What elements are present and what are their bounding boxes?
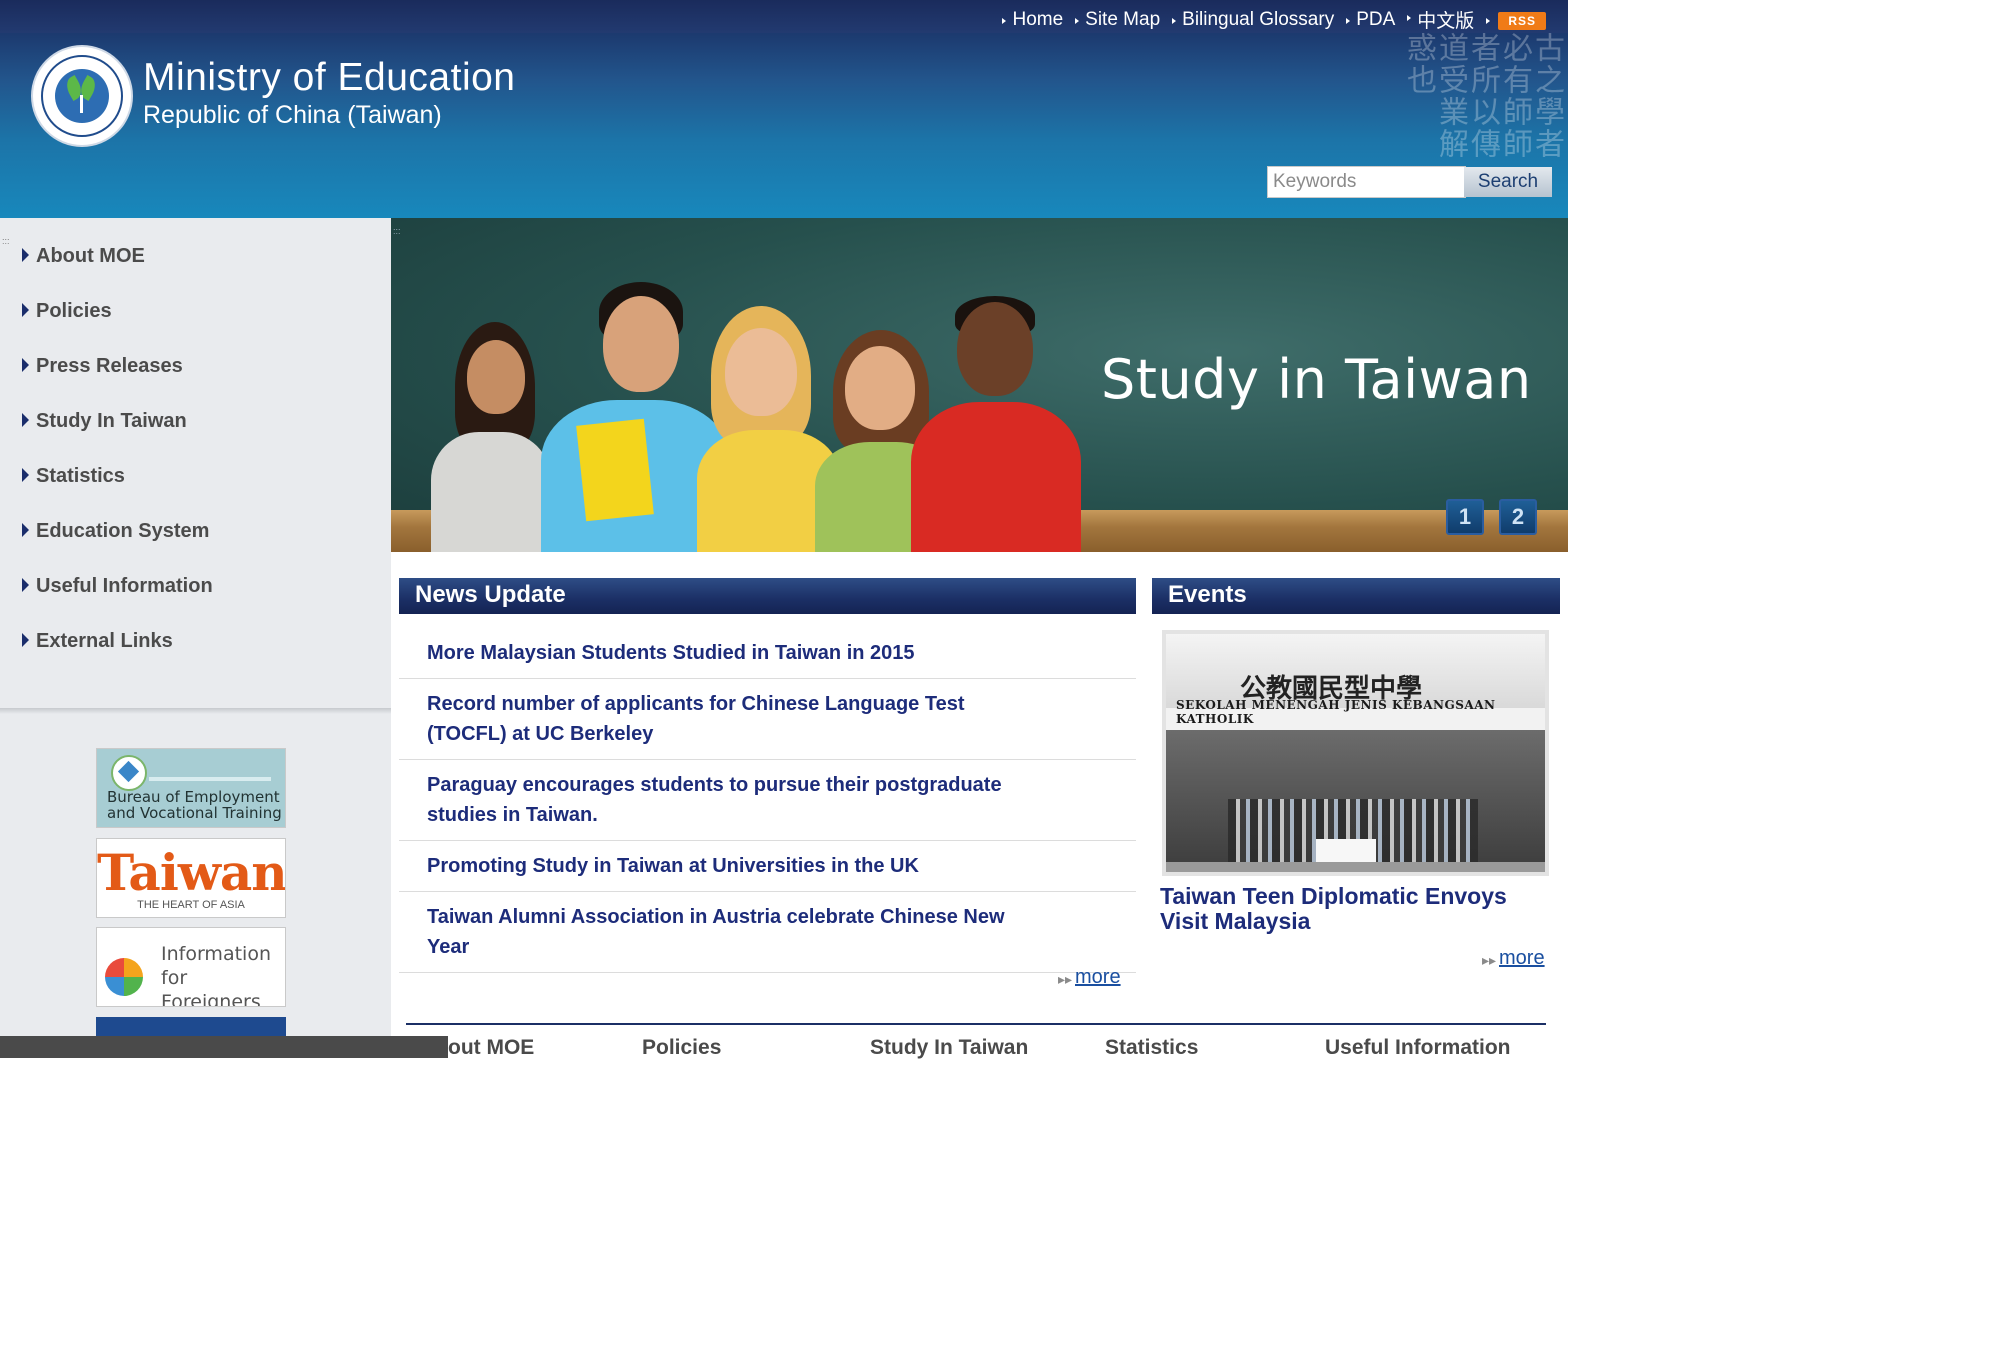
- student-figure: [911, 252, 1081, 552]
- sidebar-menu: About MOE Policies Press Releases Study …: [22, 240, 213, 680]
- info-banner-text: Information for Foreigners: [161, 943, 271, 1007]
- bevt-bar: [149, 777, 271, 781]
- footer-statistics[interactable]: Statistics: [1105, 1036, 1198, 1060]
- news-update-heading: News Update: [399, 578, 1136, 614]
- calligraphy-decoration: 古之學者必有師師者所以傳道受業解惑也: [1401, 32, 1564, 160]
- footer-study-in-taiwan[interactable]: Study In Taiwan: [870, 1036, 1028, 1060]
- sidebar-divider: [0, 708, 391, 714]
- double-arrow-icon: ▸▸: [1058, 971, 1073, 987]
- sidebar-item-study-in-taiwan[interactable]: Study In Taiwan: [22, 405, 213, 460]
- slide-page-1-button[interactable]: 1: [1446, 499, 1484, 535]
- slide-caption: Study in Taiwan: [1101, 348, 1532, 411]
- news-item: Taiwan Alumni Association in Austria cel…: [399, 892, 1136, 973]
- news-link[interactable]: Record number of applicants for Chinese …: [427, 689, 1027, 749]
- topnav-pda-link[interactable]: PDA: [1344, 9, 1405, 31]
- rss-link[interactable]: RSS: [1484, 9, 1546, 31]
- bevt-logo-icon: [111, 755, 147, 791]
- footer-about-moe[interactable]: out MOE: [448, 1036, 534, 1060]
- slideshow-drag-handle-icon[interactable]: :::: [393, 226, 401, 236]
- top-navigation: Home Site Map Bilingual Glossary PDA 中文版…: [1000, 6, 1546, 33]
- drag-handle-icon[interactable]: :::: [2, 236, 14, 246]
- taiwan-tourism-banner[interactable]: Taiwan THE HEART OF ASIA: [96, 838, 286, 918]
- sidebar-item-external-links[interactable]: External Links: [22, 625, 213, 680]
- bevt-banner[interactable]: Bureau of Employment and Vocational Trai…: [96, 748, 286, 828]
- hero-slideshow[interactable]: ::: Study in Taiwan 1 2: [391, 218, 1568, 552]
- event-photo[interactable]: 公教國民型中學 SEKOLAH MENENGAH JENIS KEBANGSAA…: [1162, 630, 1549, 876]
- overlay-scrollbar[interactable]: [0, 1036, 448, 1058]
- logo-stem: [80, 95, 83, 113]
- news-item: Paraguay encourages students to pursue t…: [399, 760, 1136, 841]
- sidebar-item-press-releases[interactable]: Press Releases: [22, 350, 213, 405]
- event-title-link[interactable]: Taiwan Teen Diplomatic Envoys Visit Mala…: [1160, 884, 1560, 934]
- taiwan-banner-tagline: THE HEART OF ASIA: [137, 899, 245, 911]
- topnav-home-link[interactable]: Home: [1000, 9, 1073, 31]
- slide-page-2-button[interactable]: 2: [1499, 499, 1537, 535]
- news-link[interactable]: Paraguay encourages students to pursue t…: [427, 770, 1027, 830]
- news-item: Promoting Study in Taiwan at Universitie…: [399, 841, 1136, 892]
- bevt-banner-text: Bureau of Employment and Vocational Trai…: [107, 788, 282, 822]
- topnav-chinese-link[interactable]: 中文版: [1405, 6, 1484, 33]
- news-link[interactable]: Taiwan Alumni Association in Austria cel…: [427, 902, 1027, 962]
- sidebar-item-policies[interactable]: Policies: [22, 295, 213, 350]
- news-item: Record number of applicants for Chinese …: [399, 679, 1136, 760]
- news-list: More Malaysian Students Studied in Taiwa…: [399, 628, 1136, 973]
- search-input[interactable]: [1267, 166, 1466, 198]
- sidebar-item-useful-information[interactable]: Useful Information: [22, 570, 213, 625]
- search-button[interactable]: Search: [1464, 167, 1552, 197]
- sidebar-item-about-moe[interactable]: About MOE: [22, 240, 213, 295]
- site-title[interactable]: Ministry of Education: [143, 56, 516, 100]
- photo-sign-malay: SEKOLAH MENENGAH JENIS KEBANGSAAN KATHOL…: [1176, 698, 1496, 726]
- double-arrow-icon: ▸▸: [1482, 952, 1497, 968]
- events-more-link[interactable]: more: [1499, 947, 1545, 970]
- news-link[interactable]: More Malaysian Students Studied in Taiwa…: [427, 638, 1027, 668]
- moe-logo[interactable]: [33, 47, 131, 145]
- topnav-sitemap-link[interactable]: Site Map: [1073, 9, 1170, 31]
- sidebar-item-statistics[interactable]: Statistics: [22, 460, 213, 515]
- site-header: Home Site Map Bilingual Glossary PDA 中文版…: [0, 0, 1568, 218]
- news-item: More Malaysian Students Studied in Taiwa…: [399, 628, 1136, 679]
- footer-useful-information[interactable]: Useful Information: [1325, 1036, 1511, 1060]
- events-heading: Events: [1152, 578, 1560, 614]
- globe-icon: [105, 958, 143, 996]
- sidebar-item-education-system[interactable]: Education System: [22, 515, 213, 570]
- taiwan-banner-title: Taiwan: [97, 843, 286, 902]
- photo-floor: [1166, 862, 1545, 872]
- footer-divider: [406, 1023, 1546, 1025]
- rss-badge: RSS: [1498, 11, 1546, 30]
- info-foreigners-banner[interactable]: Information for Foreigners: [96, 927, 286, 1007]
- topnav-glossary-link[interactable]: Bilingual Glossary: [1170, 9, 1344, 31]
- news-more-link[interactable]: more: [1075, 966, 1121, 989]
- footer-policies[interactable]: Policies: [642, 1036, 721, 1060]
- news-link[interactable]: Promoting Study in Taiwan at Universitie…: [427, 851, 1027, 881]
- site-subtitle: Republic of China (Taiwan): [143, 101, 442, 129]
